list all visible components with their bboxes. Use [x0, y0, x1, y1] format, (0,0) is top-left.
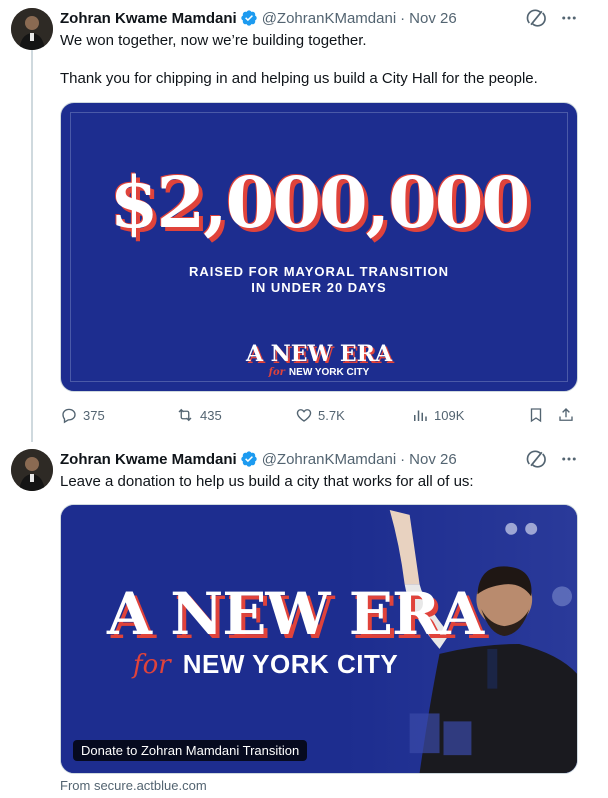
like-count: 5.7K	[318, 407, 345, 423]
verified-icon[interactable]	[240, 450, 258, 468]
era-banner-city: NEW YORK CITY	[182, 649, 399, 679]
share-icon	[557, 406, 575, 424]
bookmark-icon	[527, 406, 545, 424]
link-card[interactable]: A NEW ERA for NEW YORK CITY Donate to Zo…	[60, 504, 578, 774]
era-logo-for: for	[268, 367, 285, 378]
tweet-top-actions	[526, 8, 578, 28]
tweet-1[interactable]: Zohran Kwame Mamdani @ZohranKMamdani · N…	[0, 0, 608, 440]
tweet-text-line-2: Thank you for chipping in and helping us…	[60, 70, 538, 87]
views-icon	[411, 406, 429, 424]
reply-icon	[60, 406, 78, 424]
era-logo-title: A NEW ERA	[245, 341, 393, 367]
era-banner-for: for	[133, 650, 171, 680]
tweet-top-actions	[526, 449, 578, 469]
views-count: 109K	[434, 407, 465, 423]
tweet-date[interactable]: Nov 26	[409, 10, 457, 27]
more-icon[interactable]	[560, 450, 578, 468]
era-banner-title: A NEW ERA	[107, 580, 484, 648]
tweet-text-line-1: We won together, now we’re building toge…	[60, 32, 367, 49]
repost-button[interactable]: 435	[175, 403, 222, 427]
like-icon	[295, 406, 313, 424]
separator-dot: ·	[400, 450, 406, 468]
more-icon[interactable]	[560, 9, 578, 27]
era-banner-subtitle: for NEW YORK CITY	[133, 649, 398, 680]
tweet-header: Zohran Kwame Mamdani @ZohranKMamdani · N…	[60, 448, 457, 470]
avatar[interactable]	[11, 449, 53, 491]
amount-raised-text: $2,000,000	[109, 161, 530, 244]
link-card-title[interactable]: Donate to Zohran Mamdani Transition	[73, 740, 308, 761]
share-button[interactable]	[557, 403, 575, 427]
like-button[interactable]: 5.7K	[295, 403, 345, 427]
views-button[interactable]: 109K	[411, 403, 464, 427]
era-logo-city: NEW YORK CITY	[288, 367, 370, 378]
author-handle[interactable]: @ZohranKMamdani	[262, 10, 396, 27]
author-name[interactable]: Zohran Kwame Mamdani	[60, 451, 237, 468]
raised-subtitle-line-2: IN UNDER 20 DAYS	[251, 280, 387, 295]
repost-icon	[175, 406, 195, 424]
link-source-domain[interactable]: From secure.actblue.com	[60, 778, 207, 793]
repost-count: 435	[200, 407, 222, 423]
grok-icon[interactable]	[526, 449, 546, 469]
tweet-2[interactable]: Zohran Kwame Mamdani @ZohranKMamdani · N…	[0, 440, 608, 798]
author-name[interactable]: Zohran Kwame Mamdani	[60, 10, 237, 27]
bookmark-button[interactable]	[527, 403, 545, 427]
tweet-header: Zohran Kwame Mamdani @ZohranKMamdani · N…	[60, 7, 457, 29]
separator-dot: ·	[400, 9, 406, 27]
tweet-image[interactable]: $2,000,000 RAISED FOR MAYORAL TRANSITION…	[60, 102, 578, 392]
author-handle[interactable]: @ZohranKMamdani	[262, 451, 396, 468]
reply-button[interactable]: 375	[60, 403, 105, 427]
tweet-date[interactable]: Nov 26	[409, 451, 457, 468]
raised-subtitle-line-1: RAISED FOR MAYORAL TRANSITION	[188, 264, 450, 279]
tweet-text: Leave a donation to help us build a city…	[60, 473, 474, 490]
avatar[interactable]	[11, 8, 53, 50]
reply-count: 375	[83, 407, 105, 423]
era-logo-subtitle: for NEW YORK CITY	[61, 367, 577, 378]
grok-icon[interactable]	[526, 8, 546, 28]
tweet-action-bar: 375 435 5.7K 109K	[60, 403, 580, 427]
verified-icon[interactable]	[240, 9, 258, 27]
